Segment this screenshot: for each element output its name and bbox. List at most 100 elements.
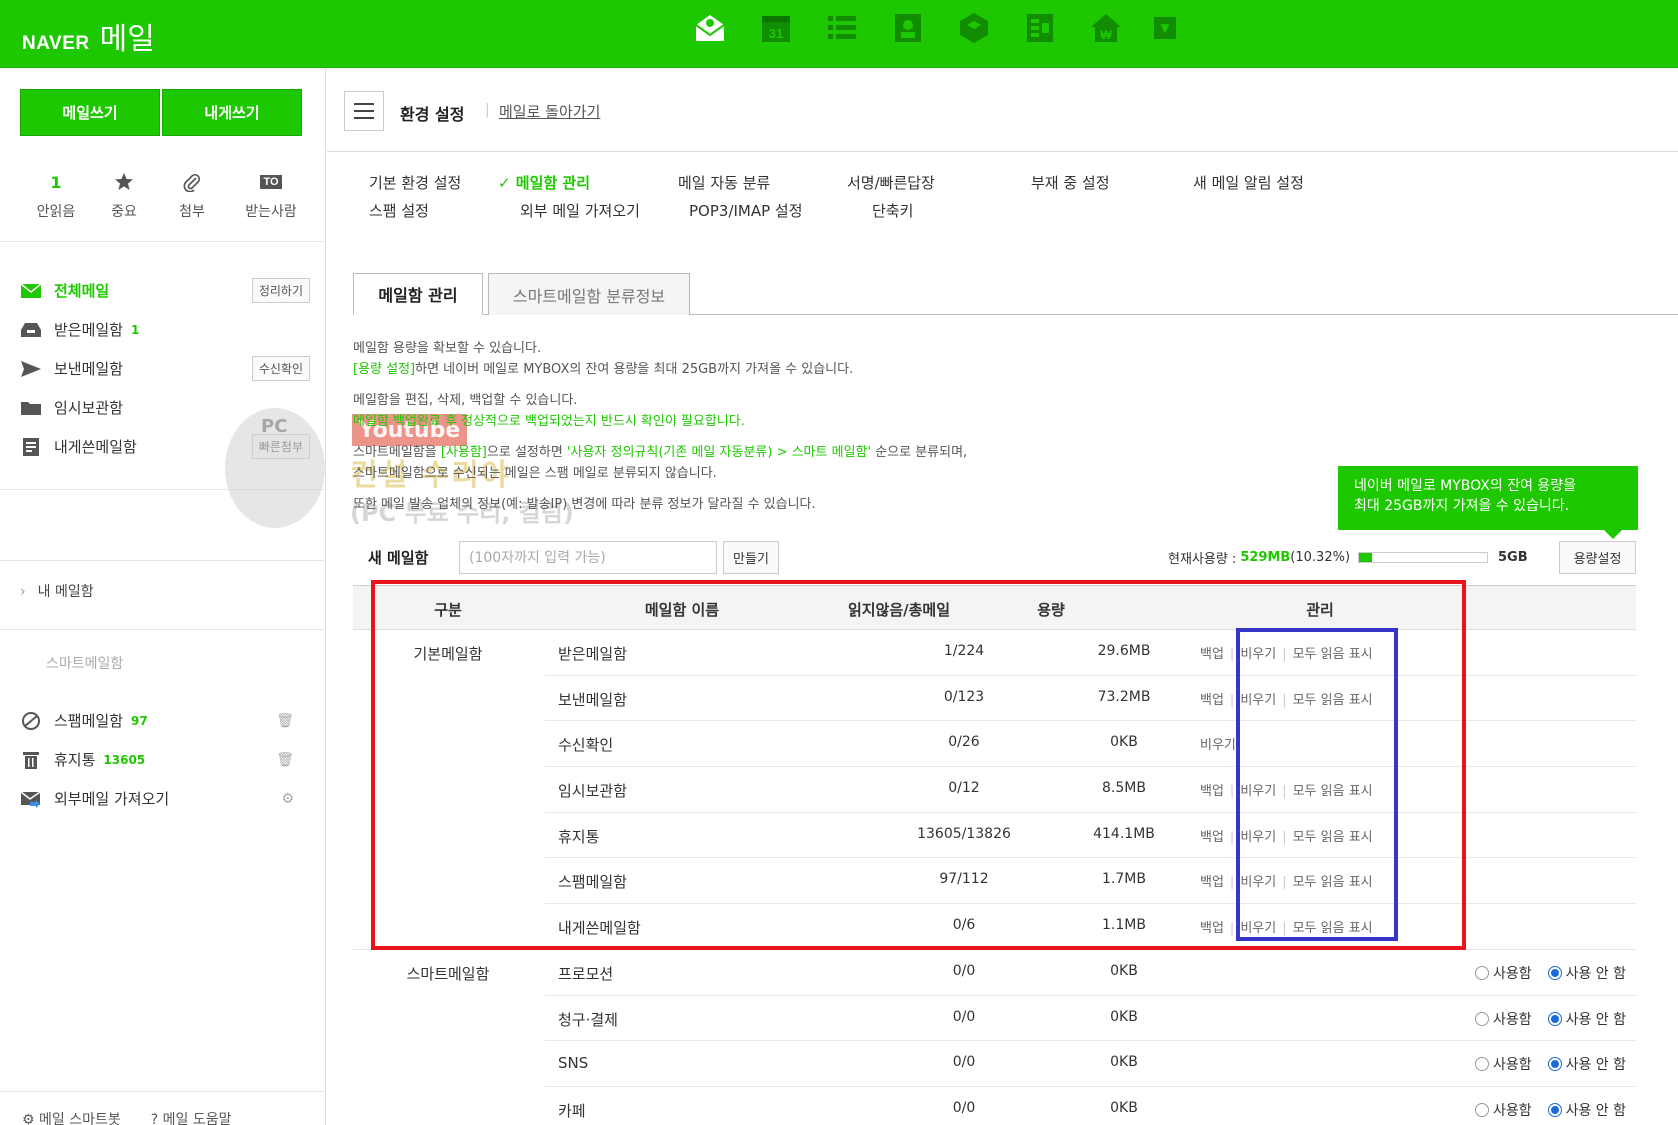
nav-basic[interactable]: 기본 환경 설정 — [369, 172, 461, 193]
use-off-radio[interactable]: 사용 안 함 — [1547, 963, 1626, 983]
use-off-radio[interactable]: 사용 안 함 — [1547, 1054, 1626, 1074]
external-mail-icon — [20, 790, 41, 808]
write-self-button[interactable]: 내게쓰기 — [162, 89, 302, 136]
mark-read-link[interactable]: 모두 읽음 표시 — [1293, 921, 1373, 936]
naver-mail-logo[interactable]: NAVER 메일 — [22, 14, 155, 58]
my-mailbox-toggle[interactable]: › 내 메일함 — [20, 581, 94, 601]
mail-icon[interactable] — [692, 10, 728, 46]
use-off-radio[interactable]: 사용 안 함 — [1547, 1009, 1626, 1029]
use-on-radio[interactable]: 사용함 — [1474, 1054, 1532, 1074]
nav-alert[interactable]: 새 메일 알림 설정 — [1193, 172, 1304, 193]
folder-spam[interactable]: 스팸메일함 97 🗑 — [20, 701, 310, 740]
empty-link[interactable]: 비우기 — [1240, 647, 1276, 662]
svg-text:₩: ₩ — [1100, 28, 1112, 42]
empty-link[interactable]: 비우기 — [1240, 693, 1276, 708]
radio-icon — [1474, 1057, 1489, 1072]
backup-link[interactable]: 백업 — [1200, 693, 1224, 708]
home-icon[interactable]: ₩ — [1088, 10, 1124, 46]
empty-link[interactable]: 비우기 — [1240, 875, 1276, 890]
settings-header: 환경 설정 | 메일로 돌아가기 — [327, 69, 1678, 152]
use-radio-group: 사용함 사용 안 함 — [1474, 1009, 1626, 1029]
contacts-icon[interactable] — [890, 10, 926, 46]
trash-can-icon — [23, 751, 39, 769]
title-separator: | — [485, 102, 490, 118]
backup-link[interactable]: 백업 — [1200, 784, 1224, 799]
help-link[interactable]: ? 메일 도움말 — [151, 1109, 232, 1125]
action-separator: | — [1229, 692, 1235, 708]
nav-pop3[interactable]: POP3/IMAP 설정 — [689, 200, 803, 221]
mark-read-link[interactable]: 모두 읽음 표시 — [1293, 784, 1373, 799]
capacity-setting-button[interactable]: 용량설정 — [1559, 541, 1636, 574]
smart-mailbox-label[interactable]: 스마트메일함 — [46, 653, 123, 673]
empty-link[interactable]: 비우기 — [1240, 830, 1276, 845]
read-receipt-button[interactable]: 수신확인 — [251, 356, 310, 381]
folder-inbox[interactable]: 받은메일함 1 — [20, 310, 310, 349]
table-row: SNS 0/0 0KB 사용함 사용 안 함 — [353, 1041, 1636, 1087]
nav-spam[interactable]: 스팸 설정 — [369, 200, 429, 221]
backup-link[interactable]: 백업 — [1200, 875, 1224, 890]
desc-text: 으로 설정하면 — [486, 445, 567, 460]
back-to-mail-link[interactable]: 메일로 돌아가기 — [499, 101, 600, 122]
create-mailbox-button[interactable]: 만들기 — [723, 541, 779, 574]
manage-actions: 백업 | 비우기 | 모두 읽음 표시 — [1200, 871, 1373, 890]
use-on-radio[interactable]: 사용함 — [1474, 963, 1532, 983]
calendar-day: 31 — [769, 26, 783, 41]
important-filter[interactable]: 중요 — [90, 169, 158, 221]
nav-auto-sort[interactable]: 메일 자동 분류 — [678, 172, 770, 193]
mark-read-link[interactable]: 모두 읽음 표시 — [1293, 647, 1373, 662]
list-icon[interactable] — [824, 10, 860, 46]
nav-signature[interactable]: 서명/빠른답장 — [847, 172, 935, 193]
backup-link[interactable]: 백업 — [1200, 647, 1224, 662]
folder-all-mail[interactable]: 전체메일 정리하기 — [20, 271, 310, 310]
folder-self[interactable]: 내게쓴메일함 빠른첨부 — [20, 427, 310, 466]
attach-filter[interactable]: 첨부 — [158, 169, 226, 221]
empty-link[interactable]: 비우기 — [1200, 738, 1236, 753]
tab-mailbox-manage[interactable]: 메일함 관리 — [353, 273, 483, 315]
mailbox-size: 1.7MB — [1102, 871, 1146, 888]
backup-link[interactable]: 백업 — [1200, 830, 1224, 845]
memo-icon[interactable] — [1022, 10, 1058, 46]
organize-button[interactable]: 정리하기 — [251, 278, 310, 303]
quick-attach-button[interactable]: 빠른첨부 — [251, 434, 310, 459]
col-group: 구분 — [434, 601, 462, 619]
empty-link[interactable]: 비우기 — [1240, 784, 1276, 799]
folder-list: 전체메일 정리하기 받은메일함 1 보낸메일함 수신확인 임시보관함 내게쓴메일… — [20, 271, 310, 466]
use-off-radio[interactable]: 사용 안 함 — [1547, 1100, 1626, 1120]
folder-drafts[interactable]: 임시보관함 — [20, 388, 310, 427]
empty-link[interactable]: 비우기 — [1240, 921, 1276, 936]
recipient-filter[interactable]: TO 받는사람 — [226, 169, 316, 221]
unread-filter[interactable]: 1 안읽음 — [22, 169, 90, 221]
mark-read-link[interactable]: 모두 읽음 표시 — [1293, 875, 1373, 890]
radio-label: 사용함 — [1492, 1102, 1532, 1119]
nav-mailbox-manage[interactable]: ✓ 메일함 관리 — [498, 172, 590, 193]
write-mail-button[interactable]: 메일쓰기 — [20, 89, 160, 136]
check-icon: ✓ — [498, 174, 516, 192]
smartbot-link[interactable]: ⚙ 메일 스마트봇 — [22, 1109, 121, 1125]
calendar-icon[interactable]: 31 — [758, 10, 794, 46]
box-icon[interactable] — [956, 10, 992, 46]
nav-external[interactable]: 외부 메일 가져오기 — [520, 200, 640, 221]
trash-icon[interactable]: 🗑 — [276, 713, 294, 729]
gear-icon[interactable]: ⚙ — [281, 791, 294, 807]
new-mailbox-input[interactable] — [459, 541, 717, 574]
folder-label: 외부메일 가져오기 — [54, 790, 170, 808]
nav-absence[interactable]: 부재 중 설정 — [1031, 172, 1110, 193]
trash-count: 13605 — [103, 752, 146, 767]
folder-trash[interactable]: 휴지통 13605 🗑 — [20, 740, 310, 779]
backup-link[interactable]: 백업 — [1200, 921, 1224, 936]
folder-sent[interactable]: 보낸메일함 수신확인 — [20, 349, 310, 388]
menu-button[interactable] — [344, 91, 384, 131]
capacity-setting-link[interactable]: [용량 설정] — [353, 362, 415, 377]
use-on-radio[interactable]: 사용함 — [1474, 1009, 1532, 1029]
tab-smart-info[interactable]: 스마트메일함 분류정보 — [488, 273, 690, 315]
use-on-radio[interactable]: 사용함 — [1474, 1100, 1532, 1120]
mark-read-link[interactable]: 모두 읽음 표시 — [1293, 693, 1373, 708]
more-icon[interactable]: ▼ — [1154, 17, 1176, 39]
mark-read-link[interactable]: 모두 읽음 표시 — [1293, 830, 1373, 845]
send-icon — [21, 360, 41, 377]
folder-external[interactable]: 외부메일 가져오기 ⚙ — [20, 779, 310, 818]
mail-count: 97/112 — [939, 871, 989, 888]
nav-shortcut[interactable]: 단축키 — [872, 200, 913, 221]
to-icon: TO — [260, 175, 282, 189]
trash-icon[interactable]: 🗑 — [276, 752, 294, 768]
